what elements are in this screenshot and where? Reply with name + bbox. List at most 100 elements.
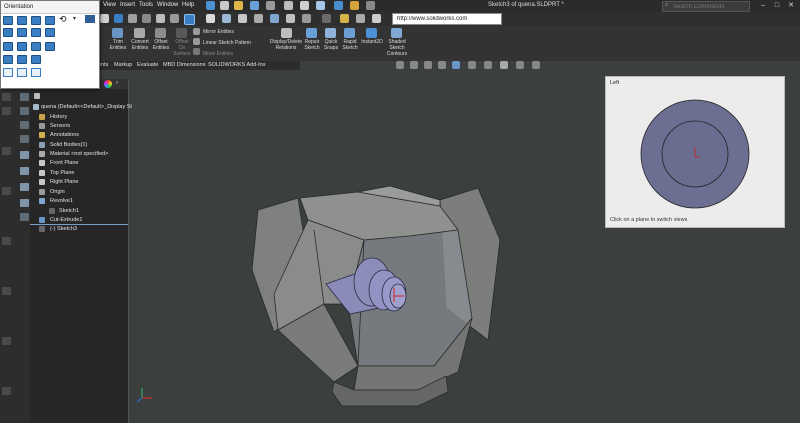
rapid-sketch-icon[interactable] [344,28,355,38]
view-settings-icon[interactable] [532,61,540,69]
tree-item-material[interactable]: Material <not specified> [50,151,108,157]
mirror-entities-label[interactable]: Mirror Entities [203,29,234,35]
repair-sketch-icon[interactable] [306,28,317,38]
edit-appearance-icon[interactable] [170,14,179,23]
tool-icon-1[interactable] [20,93,29,101]
tree-item-annotations[interactable]: Annotations [50,132,79,138]
linear-pattern-label[interactable]: Linear Sketch Pattern [203,40,251,46]
more-tabs-icon[interactable]: › [116,80,118,86]
tree-item-sketch3[interactable]: (-) Sketch3 [50,226,77,232]
tool-icon-2[interactable] [20,107,29,115]
view-left-icon[interactable] [31,16,41,25]
rotate-view-icon[interactable] [100,14,109,23]
previous-view-icon[interactable] [424,61,432,69]
tree-item-origin[interactable]: Origin [50,189,65,195]
url-input[interactable] [393,14,497,23]
split-horizontal-icon[interactable] [3,68,13,77]
tool-icon-13[interactable] [2,187,11,195]
view-back-icon[interactable] [17,16,27,25]
tool-icon-17[interactable] [2,387,11,395]
point-tool-icon[interactable] [286,14,295,23]
rebuild-icon[interactable] [316,1,325,10]
menu-view[interactable]: View [103,2,116,8]
sketch-highlight-icon[interactable] [340,14,349,23]
view-orientation-icon[interactable] [452,61,460,69]
arc-tool-icon[interactable] [254,14,263,23]
rollback-bar[interactable] [30,224,128,225]
tool-icon-5[interactable] [20,151,29,159]
search-input[interactable] [673,2,747,11]
left-view-preview[interactable] [640,99,750,209]
tool-icon-6[interactable] [20,167,29,175]
trim-entities-label[interactable]: Trim Entities [106,39,130,51]
tool-icon-8[interactable] [20,199,29,207]
circle-tool-icon[interactable] [238,14,247,23]
scene-icon[interactable] [516,61,524,69]
home-icon[interactable] [206,1,215,10]
menu-help[interactable]: Help [182,2,194,8]
offset-surface-icon[interactable] [176,28,187,38]
view-normal-to-icon[interactable] [17,42,27,51]
tool-icon-12[interactable] [2,147,11,155]
zoom-icon[interactable] [114,14,123,23]
smart-dimension-icon[interactable] [356,14,365,23]
tool-icon-3[interactable] [20,121,29,129]
tool-icon-7[interactable] [20,183,29,191]
offset-entities-icon[interactable] [155,28,166,38]
line-tool-icon[interactable] [206,14,215,23]
shaded-sketch-contours-label[interactable]: Shaded Sketch Contours [383,39,411,57]
view-3d-icon[interactable] [45,42,55,51]
open-folder-icon[interactable] [234,1,243,10]
view-top-icon[interactable] [3,28,13,37]
standard-views-icon[interactable] [128,14,137,23]
tree-item-front-plane[interactable]: Front Plane [50,160,78,166]
viewport-two-icon[interactable] [17,55,27,64]
zoom-area-icon[interactable] [410,61,418,69]
customize-icon[interactable] [366,1,375,10]
tool-icon-11[interactable] [2,107,11,115]
select-icon[interactable] [300,1,309,10]
tree-item-cut-extrude1[interactable]: Cut-Extrude1 [50,217,82,223]
view-right-icon[interactable] [45,16,55,25]
tree-item-history[interactable]: History [50,114,67,120]
split-vertical-icon[interactable] [17,68,27,77]
tree-item-revolve1[interactable]: Revolve1 [50,198,73,204]
split-quad-icon[interactable] [31,68,41,77]
fillet-tool-icon[interactable] [322,14,331,23]
zoom-to-fit-icon[interactable] [396,61,404,69]
new-document-icon[interactable] [220,1,229,10]
shaded-contours-icon[interactable] [391,28,402,38]
tree-item-top-plane[interactable]: Top Plane [50,170,74,176]
menu-insert[interactable]: Insert [120,2,135,8]
tree-item-sensors[interactable]: Sensors [50,123,70,129]
section-view-icon[interactable] [438,61,446,69]
tree-item-solid-bodies[interactable]: Solid Bodies(1) [50,142,87,148]
trim-icon[interactable] [112,28,123,38]
convert-entities-icon[interactable] [134,28,145,38]
tool-icon-4[interactable] [20,135,29,143]
relations-display-icon[interactable] [281,28,292,38]
close-button[interactable]: ✕ [786,1,796,10]
tool-icon-15[interactable] [2,287,11,295]
tool-icon-14[interactable] [2,237,11,245]
menu-window[interactable]: Window [157,2,178,8]
save-icon[interactable] [250,1,259,10]
spline-tool-icon[interactable] [270,14,279,23]
scene-icon[interactable] [184,14,195,25]
appearance-icon[interactable] [500,61,508,69]
instant2d-label[interactable]: Instant2D [358,39,386,45]
options-gear-icon[interactable] [350,1,359,10]
viewport-single-icon[interactable] [3,55,13,64]
appearance-tab-icon[interactable] [104,80,112,88]
hide-items-icon[interactable] [484,61,492,69]
filter-icon[interactable] [34,93,40,99]
file-properties-icon[interactable] [334,1,343,10]
view-bottom-icon[interactable] [17,28,27,37]
menu-tools[interactable]: Tools [139,2,153,8]
display-style-icon[interactable] [468,61,476,69]
tool-icon-16[interactable] [2,337,11,345]
tree-root[interactable]: quena (Default<<Default>_Display St [41,104,132,110]
rectangle-tool-icon[interactable] [222,14,231,23]
pin-icon[interactable] [85,15,95,23]
instant2d-icon[interactable] [366,28,377,38]
